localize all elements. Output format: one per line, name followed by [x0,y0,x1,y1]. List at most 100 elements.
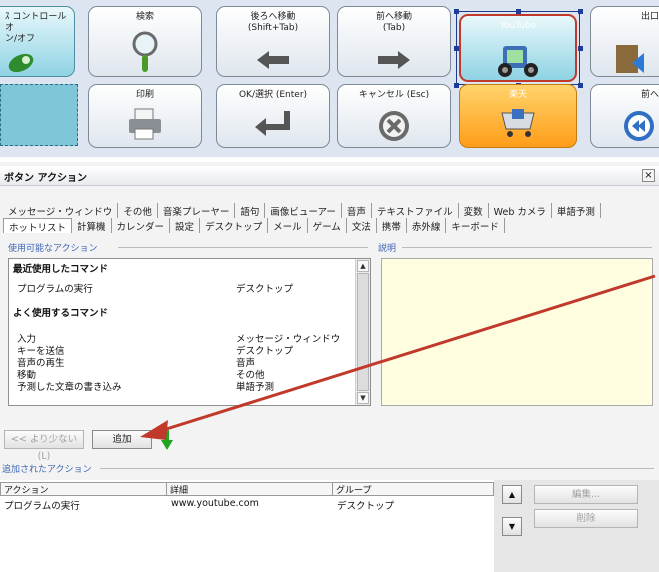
tab-settings[interactable]: 設定 [170,218,201,233]
grid-button-move-back[interactable]: 後ろへ移動 (Shift+Tab) [216,6,330,77]
added-actions-table[interactable]: アクション 詳細 グループ プログラムの実行 www.youtube.com デ… [0,480,494,572]
tab-row-2: ホットリスト 計算機 カレンダー 設定 デスクトップ メール ゲーム 文法 携帯… [3,218,656,233]
list-item[interactable]: プログラムの実行 デスクトップ [9,281,354,295]
grid-button-control-toggle[interactable]: ｽ コントロールオ ン/オフ [0,6,75,77]
available-actions-label: 使用可能なアクション [8,244,98,254]
list-item-name: プログラムの実行 [17,284,93,295]
grid-button-label: 後ろへ移動 (Shift+Tab) [247,12,299,33]
column-header-detail[interactable]: 詳細 [167,483,333,496]
dialog-titlebar: ボタン アクション × [0,166,659,186]
table-header: アクション 詳細 グループ [0,482,494,496]
grid-button-label: 出口 [641,12,659,22]
grid-button-search[interactable]: 検索 [88,6,202,77]
grid-button-rakuten[interactable]: 楽天 [459,84,577,148]
added-actions-controls: ▲ ▼ 編集... 削除 [494,480,659,572]
table-cell-detail[interactable]: www.youtube.com [171,498,259,509]
dialog-title: ボタン アクション [4,173,87,184]
tab-variables[interactable]: 変数 [459,203,489,218]
grid-button-cancel[interactable]: キャンセル (Esc) [337,84,451,148]
printer-icon [129,108,161,140]
arrow-right-icon [378,51,410,69]
grid-button-label: 前へ移動 (Tab) [375,12,412,33]
tab-mobile[interactable]: 携帯 [377,218,407,233]
list-item-name: 予測した文章の書き込み [17,382,122,393]
exit-door-icon [616,45,644,73]
grid-button-label: OK/選択 (Enter) [238,90,308,100]
cancel-circle-icon [379,111,409,141]
added-actions-label: 追加されたアクション [2,465,92,475]
edit-button[interactable]: 編集... [534,485,638,504]
tab-voice[interactable]: 音声 [342,203,372,218]
tab-calendar[interactable]: カレンダー [112,218,171,233]
tab-web-camera[interactable]: Web カメラ [489,203,552,218]
divider [118,247,368,248]
list-header: よく使用するコマンド [9,305,354,319]
grid-button-previous[interactable]: 前へ [590,84,659,148]
grid-button-label: YouTube [499,21,537,31]
enter-key-icon [255,111,290,136]
shopping-cart-icon [501,109,535,137]
tab-image-viewer[interactable]: 画像ビューアー [265,203,342,218]
list-header: 最近使用したコマンド [9,261,354,275]
column-header-action[interactable]: アクション [1,483,167,496]
resize-handle[interactable] [578,9,583,14]
tab-infrared[interactable]: 赤外線 [407,218,447,233]
divider [402,247,652,248]
list-header-label: 最近使用したコマンド [13,264,109,275]
video-camera-icon [498,46,538,77]
grid-button-label: 前へ [641,90,659,100]
tab-desktop[interactable]: デスクトップ [200,218,269,233]
tab-text-file[interactable]: テキストファイル [372,203,459,218]
grid-button-move-forward[interactable]: 前へ移動 (Tab) [337,6,451,77]
table-cell-action[interactable]: プログラムの実行 [4,498,80,512]
tab-grammar[interactable]: 文法 [347,218,377,233]
resize-handle[interactable] [578,46,583,51]
resize-handle[interactable] [578,83,583,88]
scroll-down-icon[interactable]: ▼ [357,392,369,404]
tab-message-window[interactable]: メッセージ・ウィンドウ [3,203,119,218]
tab-word-prediction[interactable]: 単語予測 [552,203,601,218]
resize-handle[interactable] [454,46,459,51]
resize-handle[interactable] [454,83,459,88]
grid-button-ok[interactable]: OK/選択 (Enter) [216,84,330,148]
add-button[interactable]: 追加 [92,430,152,449]
resize-handle[interactable] [454,9,459,14]
scroll-thumb[interactable] [357,273,369,391]
tab-row-1: メッセージ・ウィンドウ その他 音楽プレーヤー 語句 画像ビューアー 音声 テキ… [3,203,656,218]
available-actions-list[interactable]: 最近使用したコマンド プログラムの実行 デスクトップ よく使用するコマンド 入力… [8,258,371,406]
list-item[interactable]: 予測した文章の書き込み 単語予測 [9,379,354,393]
scroll-up-icon[interactable]: ▲ [357,260,369,272]
move-up-icon[interactable]: ▲ [502,485,522,504]
toggle-switch-icon [8,53,34,73]
list-item-group: デスクトップ [236,284,294,295]
tab-games[interactable]: ゲーム [308,218,347,233]
tab-hotlist[interactable]: ホットリスト [3,218,73,233]
grid-button-print[interactable]: 印刷 [88,84,202,148]
divider [100,468,654,469]
description-box [381,258,653,406]
tab-mail[interactable]: メール [268,218,308,233]
button-action-dialog: ボタン アクション × メッセージ・ウィンドウ その他 音楽プレーヤー 語句 画… [0,162,659,572]
tab-other[interactable]: その他 [118,203,158,218]
grid-button-label: 検索 [135,12,154,22]
list-header-label: よく使用するコマンド [13,308,109,319]
tab-calculator[interactable]: 計算機 [72,218,112,233]
column-header-group[interactable]: グループ [333,483,493,496]
magnifier-icon [132,31,158,72]
grid-button-youtube[interactable]: YouTube [459,14,577,82]
grid-button-label: 印刷 [135,90,154,100]
list-scrollbar[interactable]: ▲ ▼ [355,259,370,405]
tab-phrases[interactable]: 語句 [235,203,266,218]
move-down-icon[interactable]: ▼ [502,517,522,536]
resize-handle[interactable] [516,9,521,14]
tab-keyboard[interactable]: キーボード [446,218,505,233]
grid-button-exit[interactable]: 出口 [590,6,659,77]
close-icon[interactable]: × [642,169,655,182]
description-label: 説明 [378,244,397,254]
tab-music-player[interactable]: 音楽プレーヤー [158,203,236,218]
grid-button-empty[interactable] [0,84,78,146]
green-down-arrow-icon [161,430,173,450]
delete-button[interactable]: 削除 [534,509,638,528]
table-cell-group[interactable]: デスクトップ [337,498,394,512]
fewer-button[interactable]: << より少ない(L) [4,430,84,462]
